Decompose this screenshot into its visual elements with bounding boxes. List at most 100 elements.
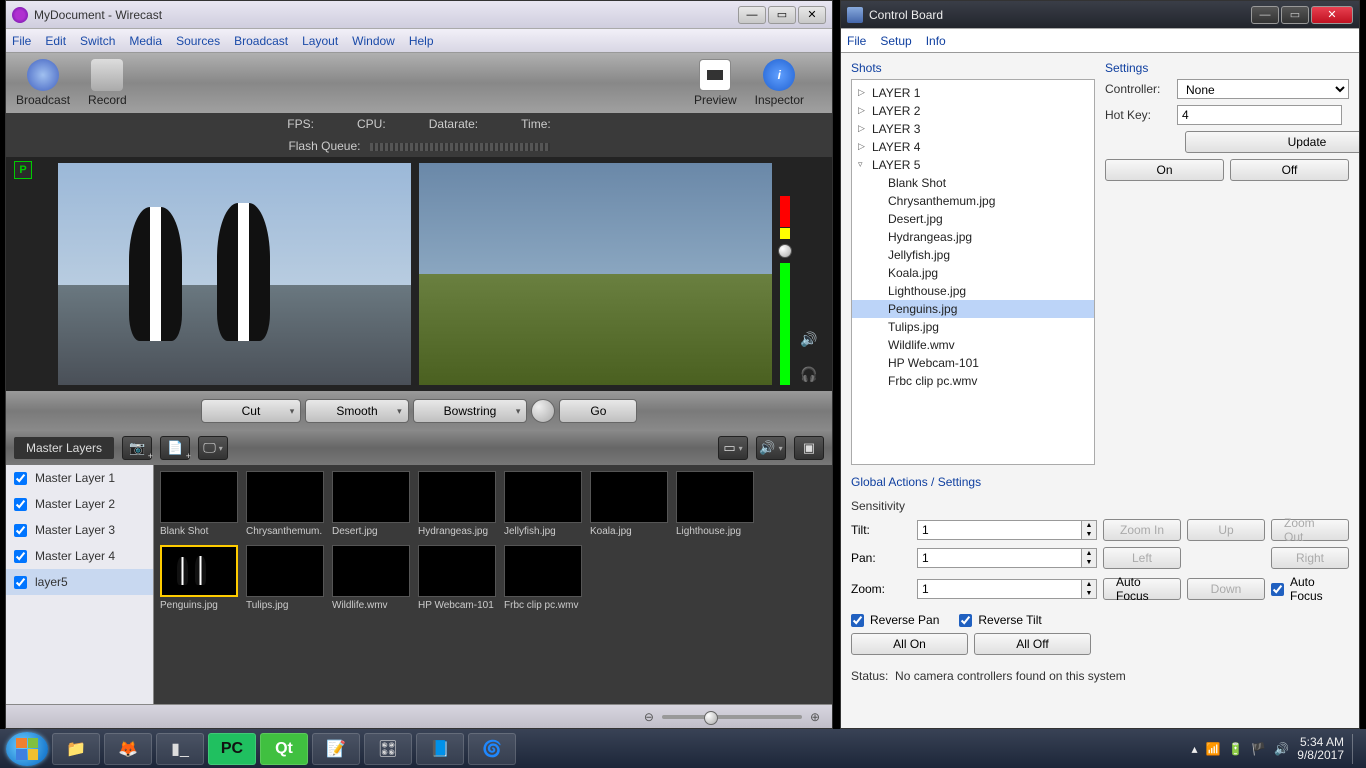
zoom-out-button[interactable]: Zoom Out bbox=[1271, 519, 1349, 541]
menu-help[interactable]: Help bbox=[409, 34, 434, 48]
maximize-button[interactable]: ▭ bbox=[1281, 6, 1309, 24]
on-button[interactable]: On bbox=[1105, 159, 1224, 181]
shot-thumb[interactable]: Chrysanthemum. bbox=[246, 471, 324, 537]
inspector-button[interactable]: iInspector bbox=[755, 59, 804, 107]
tree-layer[interactable]: LAYER 5 bbox=[852, 156, 1094, 174]
layer-check[interactable] bbox=[14, 524, 27, 537]
tree-shot[interactable]: Penguins.jpg bbox=[852, 300, 1094, 318]
transition-knob[interactable] bbox=[531, 399, 555, 423]
shot-thumb[interactable]: Jellyfish.jpg bbox=[504, 471, 582, 537]
tray-volume-icon[interactable]: 🔊 bbox=[1274, 742, 1289, 756]
taskbar-firefox[interactable]: 🦊 bbox=[104, 733, 152, 765]
auto-focus-check[interactable] bbox=[1271, 583, 1284, 596]
tree-shot[interactable]: Tulips.jpg bbox=[852, 318, 1094, 336]
tree-shot[interactable]: Wildlife.wmv bbox=[852, 336, 1094, 354]
cut-dropdown[interactable]: Cut bbox=[201, 399, 302, 423]
add-display-button[interactable]: 🖵 bbox=[198, 436, 228, 460]
shot-thumb[interactable]: Blank Shot bbox=[160, 471, 238, 537]
shot-thumb[interactable]: Koala.jpg bbox=[590, 471, 668, 537]
start-button[interactable] bbox=[6, 732, 48, 766]
zoom-in-icon[interactable]: ⊕ bbox=[810, 710, 820, 724]
headphone-icon[interactable]: 🎧 bbox=[800, 366, 817, 383]
pan-spinner[interactable]: ▲▼ bbox=[917, 548, 1097, 568]
zoom-slider[interactable] bbox=[662, 715, 802, 719]
minimize-button[interactable]: — bbox=[1251, 6, 1279, 24]
layer-item[interactable]: Master Layer 4 bbox=[6, 543, 153, 569]
taskbar-cmd[interactable]: ▮_ bbox=[156, 733, 204, 765]
taskbar-wirecast[interactable]: 🌀 bbox=[468, 733, 516, 765]
menu-sources[interactable]: Sources bbox=[176, 34, 220, 48]
layer-check[interactable] bbox=[14, 472, 27, 485]
shot-thumb[interactable]: HP Webcam-101 bbox=[418, 545, 496, 611]
smooth-dropdown[interactable]: Smooth bbox=[305, 399, 408, 423]
taskbar-pycharm[interactable]: PC bbox=[208, 733, 256, 765]
maximize-button[interactable]: ▭ bbox=[768, 6, 796, 24]
menu-media[interactable]: Media bbox=[129, 34, 162, 48]
layer-check[interactable] bbox=[14, 550, 27, 563]
taskbar-explorer[interactable]: 📁 bbox=[52, 733, 100, 765]
volume-button[interactable]: 🔊 bbox=[756, 436, 786, 460]
tray-wifi-icon[interactable]: 📶 bbox=[1205, 742, 1220, 756]
close-button[interactable]: ✕ bbox=[1311, 6, 1353, 24]
cboard-titlebar[interactable]: Control Board — ▭ ✕ bbox=[841, 1, 1359, 29]
tree-shot[interactable]: Frbc clip pc.wmv bbox=[852, 372, 1094, 390]
tree-shot[interactable]: Blank Shot bbox=[852, 174, 1094, 192]
tree-shot[interactable]: Chrysanthemum.jpg bbox=[852, 192, 1094, 210]
preview-button[interactable]: Preview bbox=[694, 59, 737, 107]
reverse-pan-check[interactable] bbox=[851, 614, 864, 627]
shot-thumb[interactable]: Desert.jpg bbox=[332, 471, 410, 537]
menu-file[interactable]: File bbox=[847, 34, 866, 48]
layer-item[interactable]: Master Layer 2 bbox=[6, 491, 153, 517]
taskbar-app2[interactable]: 📘 bbox=[416, 733, 464, 765]
tree-shot[interactable]: Lighthouse.jpg bbox=[852, 282, 1094, 300]
tree-shot[interactable]: Hydrangeas.jpg bbox=[852, 228, 1094, 246]
tree-shot[interactable]: Koala.jpg bbox=[852, 264, 1094, 282]
tray-chevron-icon[interactable]: ▴ bbox=[1191, 742, 1197, 756]
shot-thumb[interactable]: Frbc clip pc.wmv bbox=[504, 545, 582, 611]
up-button[interactable]: Up bbox=[1187, 519, 1265, 541]
tree-layer[interactable]: LAYER 2 bbox=[852, 102, 1094, 120]
taskbar-qt[interactable]: Qt bbox=[260, 733, 308, 765]
off-button[interactable]: Off bbox=[1230, 159, 1349, 181]
taskbar-app1[interactable]: 🎛 bbox=[364, 733, 412, 765]
menu-broadcast[interactable]: Broadcast bbox=[234, 34, 288, 48]
left-button[interactable]: Left bbox=[1103, 547, 1181, 569]
menu-window[interactable]: Window bbox=[352, 34, 395, 48]
tree-shot[interactable]: Jellyfish.jpg bbox=[852, 246, 1094, 264]
preview-pane-left[interactable] bbox=[58, 163, 411, 385]
update-button[interactable]: Update bbox=[1185, 131, 1359, 153]
layer-item[interactable]: Master Layer 1 bbox=[6, 465, 153, 491]
shot-thumb[interactable]: Lighthouse.jpg bbox=[676, 471, 754, 537]
tree-shot[interactable]: HP Webcam-101 bbox=[852, 354, 1094, 372]
tree-shot[interactable]: Desert.jpg bbox=[852, 210, 1094, 228]
preview-pane-right[interactable] bbox=[419, 163, 772, 385]
controller-select[interactable]: None bbox=[1177, 79, 1349, 99]
aspect-button[interactable]: ▭ bbox=[718, 436, 748, 460]
menu-setup[interactable]: Setup bbox=[880, 34, 911, 48]
zoom-in-button[interactable]: Zoom In bbox=[1103, 519, 1181, 541]
add-file-button[interactable]: 📄+ bbox=[160, 436, 190, 460]
tray-flag-icon[interactable]: 🏴 bbox=[1251, 742, 1266, 756]
tray-clock[interactable]: 5:34 AM9/8/2017 bbox=[1297, 736, 1344, 762]
zoom-out-icon[interactable]: ⊖ bbox=[644, 710, 654, 724]
taskbar-notepad[interactable]: 📝 bbox=[312, 733, 360, 765]
menu-info[interactable]: Info bbox=[926, 34, 946, 48]
menu-layout[interactable]: Layout bbox=[302, 34, 338, 48]
shot-thumb[interactable]: Hydrangeas.jpg bbox=[418, 471, 496, 537]
down-button[interactable]: Down bbox=[1187, 578, 1265, 600]
layer-item[interactable]: layer5 bbox=[6, 569, 153, 595]
right-button[interactable]: Right bbox=[1271, 547, 1349, 569]
shots-tree[interactable]: LAYER 1LAYER 2LAYER 3LAYER 4LAYER 5Blank… bbox=[851, 79, 1095, 465]
tilt-spinner[interactable]: ▲▼ bbox=[917, 520, 1097, 540]
zoom-spinner[interactable]: ▲▼ bbox=[917, 579, 1097, 599]
all-off-button[interactable]: All Off bbox=[974, 633, 1091, 655]
menu-file[interactable]: File bbox=[12, 34, 31, 48]
tray-battery-icon[interactable]: 🔋 bbox=[1228, 742, 1243, 756]
shot-thumb[interactable]: Tulips.jpg bbox=[246, 545, 324, 611]
record-button[interactable]: Record bbox=[88, 59, 127, 107]
wirecast-titlebar[interactable]: MyDocument - Wirecast — ▭ ✕ bbox=[6, 1, 832, 29]
tree-layer[interactable]: LAYER 1 bbox=[852, 84, 1094, 102]
audio-knob[interactable] bbox=[778, 244, 792, 258]
fullscreen-button[interactable]: ▣ bbox=[794, 436, 824, 460]
all-on-button[interactable]: All On bbox=[851, 633, 968, 655]
